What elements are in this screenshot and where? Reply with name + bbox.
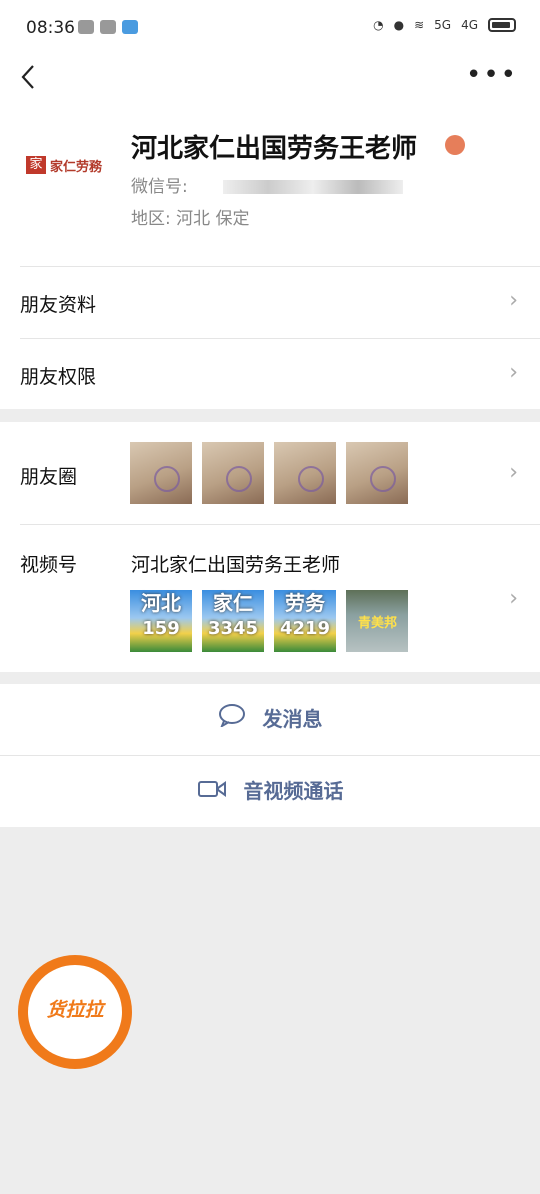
send-message-label: 发消息 [262,707,323,731]
avatar[interactable]: 家 家仁劳務 [20,134,108,194]
thumb-text-bottom: 3345 [207,618,259,639]
moments-photo [130,442,192,504]
moments-photo [202,442,264,504]
friend-info-label: 朋友资料 [20,294,97,316]
back-icon[interactable] [20,64,36,97]
floating-button-label: 货拉拉 [46,999,104,1021]
notification-app-icon [78,20,94,34]
chat-bubble-icon [218,685,246,756]
signal-4g: 4G [461,18,478,32]
region-value: 河北 保定 [176,209,250,229]
floating-button-inner: 货拉拉 [28,965,122,1059]
send-message-button[interactable]: 发消息 [0,684,540,755]
chevron-right-icon: › [509,360,518,385]
thumb-text-bottom: 159 [142,618,180,639]
signal-5g: 5G [434,18,452,32]
nav-bar: ••• [0,60,540,94]
channel-video-thumb: 家仁 3345 [202,590,264,652]
video-camera-icon [197,757,227,828]
battery-icon [488,18,516,32]
chevron-right-icon: › [509,460,518,485]
status-bar: 08:36 ◔ ● ≋ 5G 4G [0,0,540,60]
status-notification-icons [78,20,138,34]
logo-text: 家仁劳務 [50,160,103,175]
thumb-text-top: 劳务 [285,591,325,615]
thumb-text-bottom: 4219 [279,618,331,639]
moments-row[interactable]: 朋友圈 › [0,422,540,524]
video-call-button[interactable]: 音视频通话 [0,756,540,827]
friend-permissions-label: 朋友权限 [20,366,97,388]
location-icon: ● [393,18,405,32]
chevron-right-icon: › [509,288,518,313]
more-options-icon[interactable]: ••• [466,60,518,90]
status-right-icons: ◔ ● ≋ 5G 4G [373,18,516,32]
wechat-id-label: 微信号: [131,177,188,197]
moments-photo [346,442,408,504]
channels-row[interactable]: 视频号 河北家仁出国劳务王老师 河北 159 家仁 3345 劳务 4219 青… [0,524,540,672]
alarm-icon: ◔ [373,18,384,32]
contact-name: 河北家仁出国劳务王老师 [131,134,418,164]
channel-video-thumb: 劳务 4219 [274,590,336,652]
friend-permissions-row[interactable]: 朋友权限 › [0,338,540,409]
person-icon [445,135,465,155]
media-section: 朋友圈 › 视频号 河北家仁出国劳务王老师 河北 159 家仁 3345 劳务 … [0,422,540,672]
thumb-text-top: 家仁 [213,591,253,615]
chevron-right-icon: › [509,586,518,611]
wifi-icon: ≋ [414,18,425,32]
notification-app-icon [100,20,116,34]
friend-info-row[interactable]: 朋友资料 › [0,266,540,338]
moments-label: 朋友圈 [20,466,78,488]
friend-settings-section: 朋友资料 › 朋友权限 › [0,266,540,409]
thumb-text-top: 河北 [141,591,181,615]
moments-photo [274,442,336,504]
logo-box: 家 [26,156,46,174]
channels-account-name: 河北家仁出国劳务王老师 [131,554,341,576]
notification-app-icon [122,20,138,34]
region-label: 地区: [131,209,171,229]
channel-video-thumb: 青美邦 [346,590,408,652]
video-call-label: 音视频通话 [243,779,344,803]
region: 地区: 河北 保定 [131,204,250,229]
thumb-text-top: 青美邦 [358,616,398,631]
channels-label: 视频号 [20,554,78,576]
profile-card: 家 家仁劳務 河北家仁出国劳务王老师 微信号: 地区: 河北 保定 [0,94,540,266]
wechat-id: 微信号: [131,172,404,197]
wechat-id-blurred [223,180,404,194]
status-time: 08:36 [26,18,75,38]
floating-app-button[interactable]: 货拉拉 [18,955,132,1069]
channel-video-thumb: 河北 159 [130,590,192,652]
